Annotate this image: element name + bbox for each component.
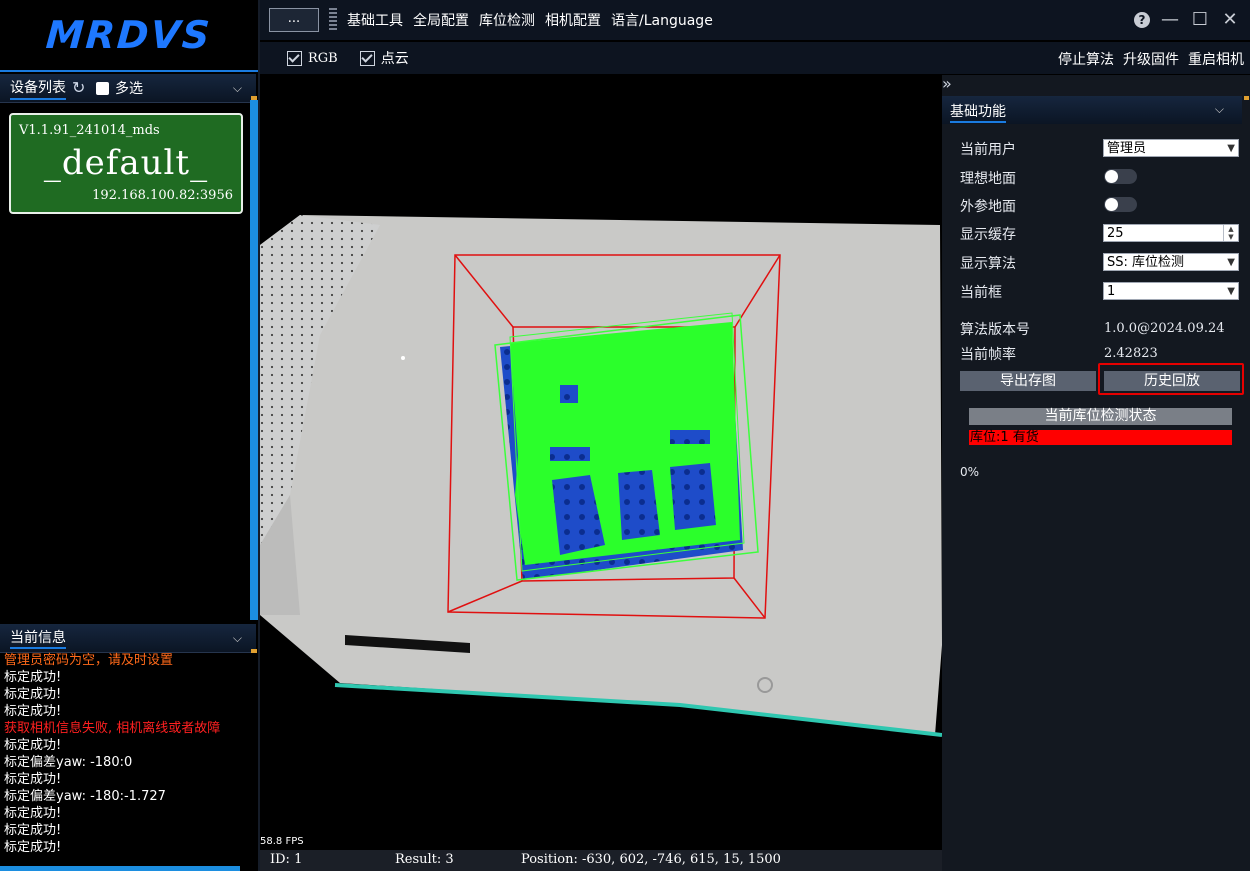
current-frame-label: 当前框	[960, 285, 1002, 301]
log-line: 标定成功!	[4, 704, 62, 719]
bay-status-bar: 库位:1 有货	[969, 430, 1232, 445]
menu-bay-detection[interactable]: 库位检测	[479, 10, 535, 30]
logo: MRDVS	[0, 0, 258, 70]
info-log: 管理员密码为空，请及时设置 标定成功! 标定成功! 标定成功! 获取相机信息失败, 相机…	[4, 652, 254, 860]
fps-readout: 58.8 FPS	[260, 836, 304, 847]
status-id: ID: 1	[270, 852, 303, 867]
chevron-down-icon[interactable]: ⌵	[233, 81, 242, 96]
algo-version-value: 1.0.0@2024.09.24	[1104, 321, 1225, 336]
rgb-checkbox[interactable]	[287, 50, 302, 66]
close-icon[interactable]: ✕	[1220, 10, 1240, 30]
logo-text: MRDVS	[44, 13, 214, 57]
right-panel	[942, 75, 1250, 871]
menu-global-config[interactable]: 全局配置	[413, 10, 469, 30]
log-line: 获取相机信息失败, 相机离线或者故障	[4, 721, 221, 736]
log-scrollbar[interactable]	[0, 866, 240, 871]
extrinsic-ground-label: 外参地面	[960, 199, 1016, 215]
refresh-icon[interactable]: ↻	[72, 80, 88, 96]
display-algo-label: 显示算法	[960, 256, 1016, 272]
logo-divider	[0, 70, 258, 72]
stop-algorithm-button[interactable]: 停止算法	[1058, 49, 1114, 69]
chevron-down-icon[interactable]: ⌵	[1215, 102, 1224, 117]
display-cache-value: 25	[1107, 226, 1124, 241]
chevron-down-icon: ▼	[1227, 143, 1235, 154]
bay-status-title: 当前库位检测状态	[969, 408, 1232, 425]
status-position: Position: -630, 602, -746, 615, 15, 1500	[521, 852, 781, 867]
log-line: 管理员密码为空，请及时设置	[4, 653, 174, 668]
status-result: Result: 3	[395, 852, 454, 867]
frame-rate-label: 当前帧率	[960, 347, 1016, 363]
device-address: 192.168.100.82:3956	[92, 188, 233, 203]
log-line: 标定成功!	[4, 840, 62, 855]
window-controls: ? — ☐ ✕	[1134, 10, 1240, 30]
multi-select-label: 多选	[115, 81, 143, 97]
display-algo-select[interactable]: SS: 库位检测 ▼	[1103, 253, 1239, 271]
point-cloud-render	[260, 215, 942, 737]
device-name: _default_	[43, 143, 209, 183]
upgrade-firmware-button[interactable]: 升级固件	[1123, 49, 1179, 69]
chevron-down-icon[interactable]: ⌵	[233, 631, 242, 646]
display-algo-value: SS: 库位检测	[1107, 255, 1185, 270]
menu-bar: ... 基础工具 全局配置 库位检测 相机配置 语言/Language ? — …	[260, 0, 1250, 40]
viewport-status-bar: ID: 1 Result: 3 Position: -630, 602, -74…	[260, 850, 942, 871]
log-line: 标定成功!	[4, 738, 62, 753]
spin-arrows-icon[interactable]: ▲ ▼	[1223, 225, 1238, 241]
ideal-ground-label: 理想地面	[960, 171, 1016, 187]
rgb-label: RGB	[308, 50, 338, 66]
extrinsic-ground-toggle[interactable]	[1104, 197, 1137, 212]
algo-version-label: 算法版本号	[960, 322, 1030, 338]
device-version: V1.1.91_241014_mds	[19, 123, 160, 138]
current-frame-select[interactable]: 1 ▼	[1103, 282, 1239, 300]
restart-camera-button[interactable]: 重启相机	[1188, 49, 1244, 69]
basic-functions-header: 基础功能 ⌵	[942, 96, 1242, 124]
chevron-down-icon: ▼	[1227, 286, 1235, 297]
log-line: 标定成功!	[4, 806, 62, 821]
frame-rate-value: 2.42823	[1104, 346, 1158, 361]
export-images-button[interactable]: 导出存图	[960, 371, 1096, 391]
scroll-cap	[1244, 96, 1249, 100]
log-line: 标定成功!	[4, 687, 62, 702]
device-list-scrollbar[interactable]	[250, 100, 258, 620]
point-cloud-viewport[interactable]	[260, 75, 942, 850]
info-title: 当前信息	[10, 627, 66, 649]
chevron-down-icon: ▼	[1227, 257, 1235, 268]
sub-toolbar: RGB 点云 停止算法 升级固件 重启相机	[260, 42, 1250, 74]
basic-functions-title: 基础功能	[950, 101, 1006, 123]
minimize-icon[interactable]: —	[1160, 10, 1180, 30]
more-button[interactable]: ...	[269, 8, 319, 32]
collapse-panel-icon[interactable]: »	[942, 75, 960, 95]
current-user-label: 当前用户	[960, 142, 1016, 158]
log-line: 标定成功!	[4, 823, 62, 838]
current-user-value: 管理员	[1107, 141, 1147, 156]
highlight-outline	[1098, 363, 1244, 395]
current-user-select[interactable]: 管理员 ▼	[1103, 139, 1239, 157]
pointcloud-checkbox[interactable]	[359, 50, 375, 66]
menu-camera-config[interactable]: 相机配置	[545, 10, 601, 30]
help-icon[interactable]: ?	[1134, 12, 1150, 28]
log-line: 标定偏差yaw: -180:-1.727	[4, 789, 166, 804]
menu-basic-tools[interactable]: 基础工具	[347, 10, 403, 30]
device-list-header: 设备列表 ↻ 多选 ⌵	[0, 74, 256, 103]
maximize-icon[interactable]: ☐	[1190, 10, 1210, 30]
multi-select-checkbox[interactable]	[96, 81, 109, 95]
info-header: 当前信息 ⌵	[0, 624, 256, 653]
log-line: 标定成功!	[4, 670, 62, 685]
toolbar-grip-icon[interactable]	[329, 8, 337, 32]
current-frame-value: 1	[1107, 284, 1116, 299]
menu-language[interactable]: 语言/Language	[611, 10, 713, 30]
progress-text: 0%	[960, 465, 980, 479]
device-card[interactable]: V1.1.91_241014_mds _default_ 192.168.100…	[9, 113, 243, 214]
display-cache-label: 显示缓存	[960, 227, 1016, 243]
log-line: 标定偏差yaw: -180:0	[4, 755, 133, 770]
pointcloud-label: 点云	[380, 51, 409, 67]
log-line: 标定成功!	[4, 772, 62, 787]
ideal-ground-toggle[interactable]	[1104, 169, 1137, 184]
device-list-title: 设备列表	[10, 77, 66, 100]
display-cache-spinbox[interactable]: 25 ▲ ▼	[1103, 224, 1239, 242]
